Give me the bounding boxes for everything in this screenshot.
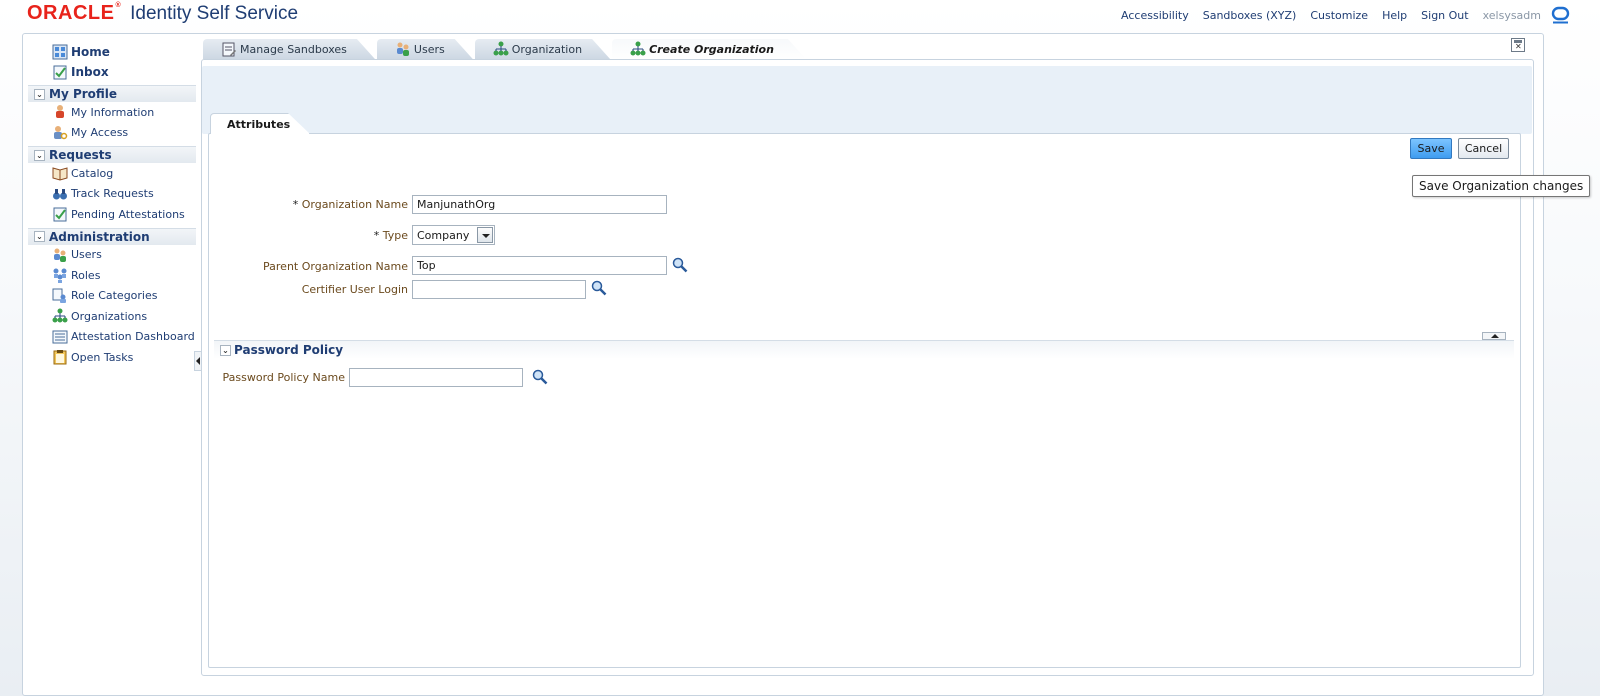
password-policy-header[interactable]: ⌄ Password Policy <box>214 340 1514 359</box>
tab-create-organization[interactable]: Create Organization <box>612 39 806 59</box>
accessibility-link[interactable]: Accessibility <box>1121 9 1189 22</box>
oracle-logo: ORACLE® <box>27 2 122 24</box>
sidebar-item-home[interactable]: Home <box>28 42 196 62</box>
search-icon[interactable] <box>672 257 688 273</box>
users-icon <box>52 247 68 263</box>
global-links: Accessibility Sandboxes (XYZ) Customize … <box>1121 6 1570 25</box>
sidebar-item-catalog[interactable]: Catalog <box>28 163 196 184</box>
certifier-label: Certifier User Login <box>301 283 408 296</box>
chevron-down-icon[interactable] <box>477 227 493 243</box>
search-icon[interactable] <box>532 369 548 385</box>
sandbox-icon <box>221 41 237 57</box>
section-administration[interactable]: ⌄ Administration <box>28 227 196 245</box>
chevron-down-icon[interactable]: ⌄ <box>220 344 231 356</box>
sidebar-item-pending-attestations[interactable]: Pending Attestations <box>28 204 196 225</box>
book-icon <box>52 165 68 181</box>
help-link[interactable]: Help <box>1382 9 1407 22</box>
tab-manage-sandboxes[interactable]: Manage Sandboxes <box>203 39 375 59</box>
section-my-profile[interactable]: ⌄ My Profile <box>28 85 196 102</box>
username: xelsysadm <box>1482 9 1541 22</box>
search-icon[interactable] <box>591 280 607 296</box>
users-icon <box>395 41 411 57</box>
org-name-field[interactable] <box>412 195 667 214</box>
type-label: * Type <box>373 229 408 242</box>
inbox-icon <box>52 64 68 80</box>
roles-icon <box>52 267 68 284</box>
sidebar: Home Inbox ⌄ My Profile My Information M… <box>28 42 196 368</box>
section-requests[interactable]: ⌄ Requests <box>28 146 196 163</box>
app-title: Identity Self Service <box>130 3 299 24</box>
oracle-o-icon <box>1551 6 1570 25</box>
home-icon <box>52 44 68 60</box>
parent-org-field[interactable] <box>412 256 667 275</box>
save-tooltip: Save Organization changes <box>1412 175 1591 197</box>
close-tab-icon[interactable] <box>1511 38 1525 52</box>
organization-icon <box>493 41 509 57</box>
sidebar-item-track-requests[interactable]: Track Requests <box>28 184 196 205</box>
tab-users[interactable]: Users <box>377 39 473 59</box>
role-categories-icon <box>52 288 68 304</box>
sidebar-item-users[interactable]: Users <box>28 245 196 266</box>
restore-panel-icon[interactable] <box>1482 332 1506 340</box>
sidebar-item-my-access[interactable]: My Access <box>28 123 196 144</box>
dashboard-icon <box>52 329 68 345</box>
parent-org-label: Parent Organization Name <box>263 260 408 273</box>
tab-bar: Manage Sandboxes Users Organization Crea… <box>203 39 808 59</box>
sandboxes-link[interactable]: Sandboxes (XYZ) <box>1203 9 1297 22</box>
password-policy-name-field[interactable] <box>349 368 523 387</box>
content-header-band <box>202 66 1532 134</box>
checklist-icon <box>52 206 68 222</box>
password-policy-name-label: Password Policy Name <box>222 371 345 384</box>
brand: ORACLE® Identity Self Service <box>27 2 298 28</box>
certifier-field[interactable] <box>412 280 586 299</box>
sidebar-item-label: Inbox <box>71 65 109 79</box>
chevron-down-icon[interactable]: ⌄ <box>34 231 45 242</box>
sidebar-item-open-tasks[interactable]: Open Tasks <box>28 347 196 368</box>
type-select[interactable]: Company <box>412 225 495 245</box>
key-user-icon <box>52 125 68 141</box>
save-button[interactable]: Save <box>1410 138 1452 159</box>
sign-out-link[interactable]: Sign Out <box>1421 9 1468 22</box>
cancel-button[interactable]: Cancel <box>1458 138 1509 159</box>
tab-organization[interactable]: Organization <box>475 39 610 59</box>
clipboard-icon <box>52 349 68 365</box>
sidebar-item-attestation-dashboard[interactable]: Attestation Dashboard <box>28 327 196 348</box>
sidebar-item-label: Home <box>71 45 110 59</box>
attributes-panel <box>208 133 1521 668</box>
sidebar-item-my-information[interactable]: My Information <box>28 102 196 123</box>
organization-icon <box>630 41 646 57</box>
person-icon <box>52 104 68 120</box>
sidebar-item-role-categories[interactable]: Role Categories <box>28 286 196 307</box>
sidebar-item-roles[interactable]: Roles <box>28 265 196 286</box>
binoculars-icon <box>52 186 68 202</box>
org-name-label: * Organization Name <box>292 198 408 211</box>
customize-link[interactable]: Customize <box>1310 9 1368 22</box>
organization-icon <box>52 308 68 324</box>
sidebar-item-organizations[interactable]: Organizations <box>28 306 196 327</box>
sidebar-item-inbox[interactable]: Inbox <box>28 62 196 82</box>
chevron-down-icon[interactable]: ⌄ <box>34 149 45 161</box>
chevron-down-icon[interactable]: ⌄ <box>34 88 45 100</box>
